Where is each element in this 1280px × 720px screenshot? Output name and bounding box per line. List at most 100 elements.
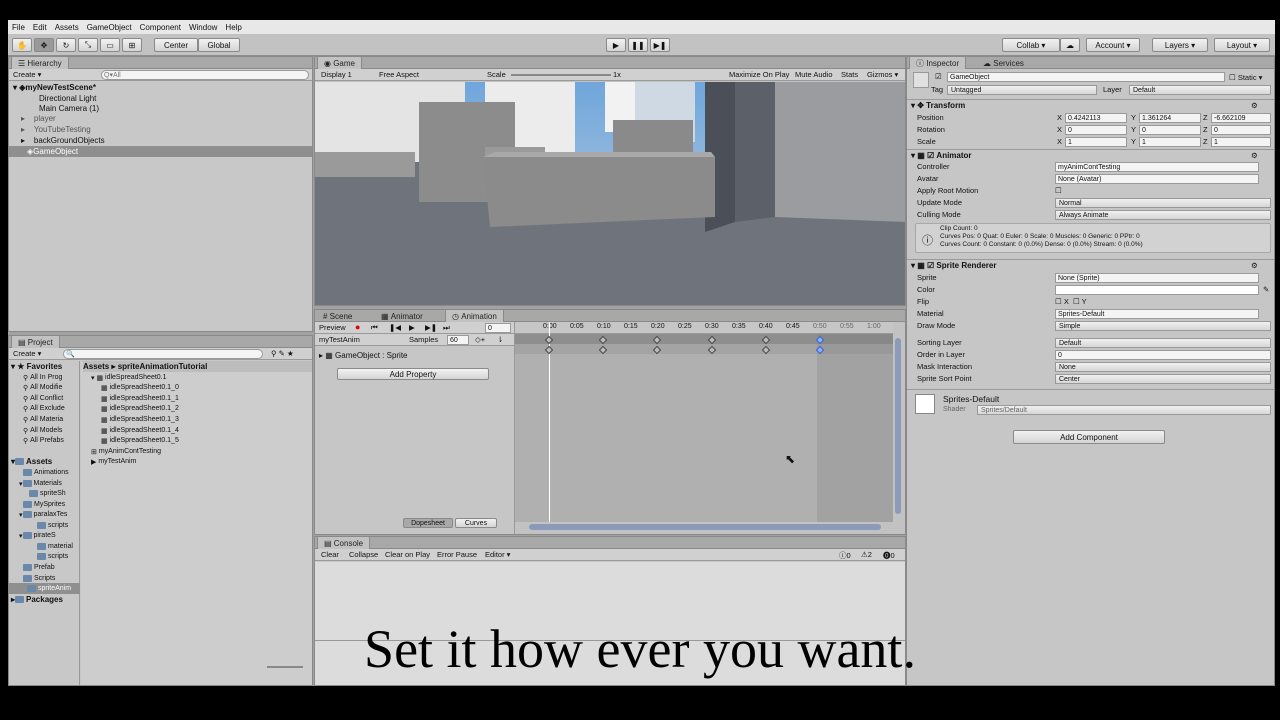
console-clear-on-play-button[interactable]: Clear on Play xyxy=(385,550,430,559)
project-create-button[interactable]: Create ▾ xyxy=(13,349,41,358)
file-item[interactable]: ▶ myTestAnim xyxy=(91,456,136,467)
update-mode-dropdown[interactable]: Normal xyxy=(1055,198,1271,208)
scale-y-field[interactable]: 1 xyxy=(1139,137,1201,147)
console-error-pause-button[interactable]: Error Pause xyxy=(437,550,477,559)
tab-game[interactable]: ◉ Game xyxy=(317,57,362,69)
layout-button[interactable]: Layout ▾ xyxy=(1214,38,1270,52)
tab-animation[interactable]: ◷ Animation xyxy=(445,310,504,322)
tab-inspector[interactable]: ⓘ Inspector xyxy=(909,57,967,69)
material-field[interactable]: Sprites-Default xyxy=(1055,309,1259,319)
console-clear-button[interactable]: Clear xyxy=(321,550,339,559)
stats-toggle[interactable]: Stats xyxy=(841,70,858,79)
avatar-field[interactable]: None (Avatar) xyxy=(1055,174,1259,184)
next-key-icon[interactable]: ▶❚ xyxy=(425,323,437,332)
tab-console[interactable]: ▤ Console xyxy=(317,537,371,549)
controller-field[interactable]: myAnimContTesting xyxy=(1055,162,1259,172)
transform-header[interactable]: ▾ ✥ Transform xyxy=(907,99,1274,111)
color-swatch[interactable] xyxy=(1055,285,1259,295)
sprite-renderer-header[interactable]: ▾ ▦ ☑ Sprite Renderer xyxy=(907,259,1274,271)
play-anim-icon[interactable]: ▶ xyxy=(409,323,415,332)
menu-assets[interactable]: Assets xyxy=(51,23,83,32)
console-editor-dropdown[interactable]: Editor ▾ xyxy=(485,550,510,559)
prev-key-icon[interactable]: ❚◀ xyxy=(389,323,401,332)
position-z-field[interactable]: -6.662109 xyxy=(1211,113,1271,123)
sprite-sort-point-dropdown[interactable]: Center xyxy=(1055,374,1271,384)
hierarchy-search-input[interactable]: Q▾All xyxy=(101,70,309,80)
hierarchy-item[interactable]: ▸ player xyxy=(21,113,56,124)
pause-button[interactable]: ❚❚ xyxy=(628,38,648,52)
pivot-global-button[interactable]: Global xyxy=(198,38,240,52)
frame-field[interactable]: 0 xyxy=(485,323,511,333)
file-item[interactable]: ▦ idleSpreadSheet0.1_2 xyxy=(101,403,179,414)
project-search-input[interactable]: 🔍 xyxy=(63,349,263,359)
culling-mode-dropdown[interactable]: Always Animate xyxy=(1055,210,1271,220)
asset-folder[interactable]: ▾ pirateS xyxy=(19,530,56,541)
asset-folder[interactable]: Animations xyxy=(23,467,69,478)
timeline-ruler[interactable]: 0:00 0:05 0:10 0:15 0:20 0:25 0:30 0:35 … xyxy=(515,322,893,334)
rotation-z-field[interactable]: 0 xyxy=(1211,125,1271,135)
eyedropper-icon[interactable]: ✎ xyxy=(1263,285,1269,294)
animator-header[interactable]: ▾ ▦ ☑ Animator xyxy=(907,149,1274,161)
rotation-y-field[interactable]: 0 xyxy=(1139,125,1201,135)
breadcrumb-item[interactable]: spriteAnimationTutorial xyxy=(118,362,208,371)
warning-count[interactable]: ⚠2 xyxy=(861,550,872,559)
asset-folder[interactable]: ▾ paralaxTes xyxy=(19,509,67,520)
asset-folder[interactable]: scripts xyxy=(37,551,68,562)
record-icon[interactable]: ● xyxy=(355,322,360,332)
hierarchy-item[interactable]: ▸ backGroundObjects xyxy=(21,135,105,146)
component-settings-icon[interactable]: ⚙ xyxy=(1251,151,1258,160)
error-count[interactable]: ⓿0 xyxy=(883,550,895,561)
gizmos-dropdown[interactable]: Gizmos ▾ xyxy=(867,70,898,79)
tab-hierarchy[interactable]: ☰ Hierarchy xyxy=(11,57,69,69)
timeline-vscrollbar[interactable] xyxy=(895,338,901,514)
mute-audio-toggle[interactable]: Mute Audio xyxy=(795,70,833,79)
layer-dropdown[interactable]: Default xyxy=(1129,85,1271,95)
flip-x-checkbox[interactable]: ☐ X xyxy=(1055,297,1069,306)
add-property-button[interactable]: Add Property xyxy=(337,368,489,380)
sorting-layer-dropdown[interactable]: Default xyxy=(1055,338,1271,348)
last-key-icon[interactable]: ⏭ xyxy=(443,323,450,333)
component-settings-icon[interactable]: ⚙ xyxy=(1251,261,1258,270)
dopesheet-timeline[interactable]: 0:00 0:05 0:10 0:15 0:20 0:25 0:30 0:35 … xyxy=(515,322,893,522)
component-settings-icon[interactable]: ⚙ xyxy=(1251,101,1258,110)
mask-interaction-dropdown[interactable]: None xyxy=(1055,362,1271,372)
scale-slider[interactable] xyxy=(511,74,611,76)
transform-tool-icon[interactable]: ⊞ xyxy=(122,38,142,52)
scale-x-field[interactable]: 1 xyxy=(1065,137,1127,147)
aspect-select[interactable]: Free Aspect xyxy=(379,70,419,79)
collab-button[interactable]: Collab ▾ xyxy=(1002,38,1060,52)
curves-tab[interactable]: Curves xyxy=(455,518,497,528)
hierarchy-item-selected[interactable]: ◈ GameObject xyxy=(9,146,312,157)
asset-folder-selected[interactable]: spriteAnim xyxy=(9,583,80,594)
shader-dropdown[interactable]: Sprites/Default xyxy=(977,405,1271,415)
add-component-button[interactable]: Add Component xyxy=(1013,430,1165,444)
asset-folder[interactable]: Prefab xyxy=(23,562,55,573)
active-checkbox[interactable]: ☑ xyxy=(935,72,942,81)
draw-mode-dropdown[interactable]: Simple xyxy=(1055,321,1271,331)
account-button[interactable]: Account ▾ xyxy=(1086,38,1140,52)
menu-window[interactable]: Window xyxy=(185,23,221,32)
filter-icons[interactable]: ⚲ ✎ ★ xyxy=(271,349,294,358)
dopesheet-tab[interactable]: Dopesheet xyxy=(403,518,453,528)
samples-field[interactable]: 60 xyxy=(447,335,469,345)
menu-gameobject[interactable]: GameObject xyxy=(83,23,136,32)
asset-folder[interactable]: spriteSh xyxy=(29,488,66,499)
static-checkbox[interactable]: ☐ Static ▾ xyxy=(1229,73,1262,82)
preview-button[interactable]: Preview xyxy=(319,323,346,332)
tab-animator[interactable]: ▦ Animator xyxy=(375,310,429,322)
scale-tool-icon[interactable]: ⤡ xyxy=(78,38,98,52)
scale-z-field[interactable]: 1 xyxy=(1211,137,1271,147)
gameobject-name-field[interactable]: GameObject xyxy=(947,72,1225,82)
first-key-icon[interactable]: ⏮ xyxy=(371,323,378,333)
sprite-field[interactable]: None (Sprite) xyxy=(1055,273,1259,283)
menu-component[interactable]: Component xyxy=(136,23,185,32)
breadcrumb-item[interactable]: Assets xyxy=(83,362,109,371)
flip-y-checkbox[interactable]: ☐ Y xyxy=(1073,297,1087,306)
menu-edit[interactable]: Edit xyxy=(29,23,51,32)
favorite-item[interactable]: ⚲ All Prefabs xyxy=(23,435,64,446)
file-item[interactable]: ▦ idleSpreadSheet0.1_5 xyxy=(101,435,179,446)
tag-dropdown[interactable]: Untagged xyxy=(947,85,1097,95)
clip-dropdown[interactable]: myTestAnim xyxy=(319,335,360,344)
favorite-item[interactable]: ⚲ All Materia xyxy=(23,414,63,425)
file-item[interactable]: ▦ idleSpreadSheet0.1_0 xyxy=(101,382,179,393)
